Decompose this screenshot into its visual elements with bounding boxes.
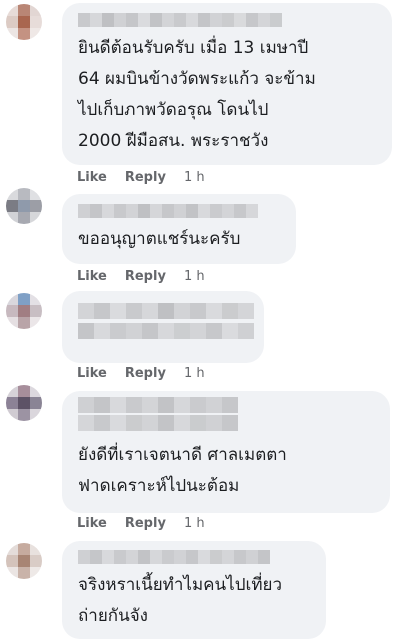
author-name-blurred[interactable]: [78, 13, 282, 27]
like-button[interactable]: Like: [77, 366, 107, 381]
comment-item: ยินดีต้อนรับครับ เมื่อ 13 เมษาปี 64 ผมบิ…: [0, 0, 400, 190]
comment-actions: Like Reply 1 h: [77, 366, 205, 381]
avatar[interactable]: [6, 293, 42, 329]
like-button[interactable]: Like: [77, 516, 107, 531]
comment-item: ขออนุญาตแชร์นะครับ Like Reply 1 h: [0, 185, 400, 285]
reply-button[interactable]: Reply: [125, 366, 166, 381]
like-button[interactable]: Like: [77, 269, 107, 284]
blurred-content: [78, 303, 254, 319]
avatar[interactable]: [6, 4, 42, 40]
timestamp[interactable]: 1 h: [184, 170, 205, 185]
comment-item: ยังดีที่เราเจตนาดี ศาลเมตตา ฟาดเคราะห์ไป…: [0, 383, 400, 538]
timestamp[interactable]: 1 h: [184, 269, 205, 284]
avatar[interactable]: [6, 385, 42, 421]
reply-button[interactable]: Reply: [125, 170, 166, 185]
comment-bubble: ยินดีต้อนรับครับ เมื่อ 13 เมษาปี 64 ผมบิ…: [62, 3, 392, 165]
like-button[interactable]: Like: [77, 170, 107, 185]
comment-bubble: จริงหราเนี้ยทำไมคนไปเที่ยว ถ่ายกันจัง: [62, 541, 326, 639]
author-name-blurred[interactable]: [78, 204, 258, 218]
blurred-content: [78, 323, 254, 339]
timestamp[interactable]: 1 h: [184, 516, 205, 531]
comment-text: จริงหราเนี้ยทำไมคนไปเที่ยว ถ่ายกันจัง: [78, 575, 283, 626]
comment-bubble: ขออนุญาตแชร์นะครับ: [62, 194, 296, 264]
comment-text: ยังดีที่เราเจตนาดี ศาลเมตตา ฟาดเคราะห์ไป…: [78, 445, 287, 496]
comment-actions: Like Reply 1 h: [77, 269, 205, 284]
comment-text: ยินดีต้อนรับครับ เมื่อ 13 เมษาปี 64 ผมบิ…: [78, 38, 316, 151]
comment-item: Like Reply 1 h: [0, 287, 400, 387]
comment-item: จริงหราเนี้ยทำไมคนไปเที่ยว ถ่ายกันจัง: [0, 538, 400, 644]
author-name-blurred[interactable]: [78, 397, 238, 413]
author-name-blurred[interactable]: [78, 550, 270, 564]
reply-button[interactable]: Reply: [125, 269, 166, 284]
reply-button[interactable]: Reply: [125, 516, 166, 531]
comment-text: ขออนุญาตแชร์นะครับ: [78, 229, 241, 249]
timestamp[interactable]: 1 h: [184, 366, 205, 381]
comment-actions: Like Reply 1 h: [77, 516, 205, 531]
blurred-content: [78, 415, 238, 431]
comment-actions: Like Reply 1 h: [77, 170, 205, 185]
avatar[interactable]: [6, 188, 42, 224]
comment-bubble-blurred: [62, 291, 264, 363]
comment-bubble: ยังดีที่เราเจตนาดี ศาลเมตตา ฟาดเคราะห์ไป…: [62, 391, 390, 513]
avatar[interactable]: [6, 543, 42, 579]
